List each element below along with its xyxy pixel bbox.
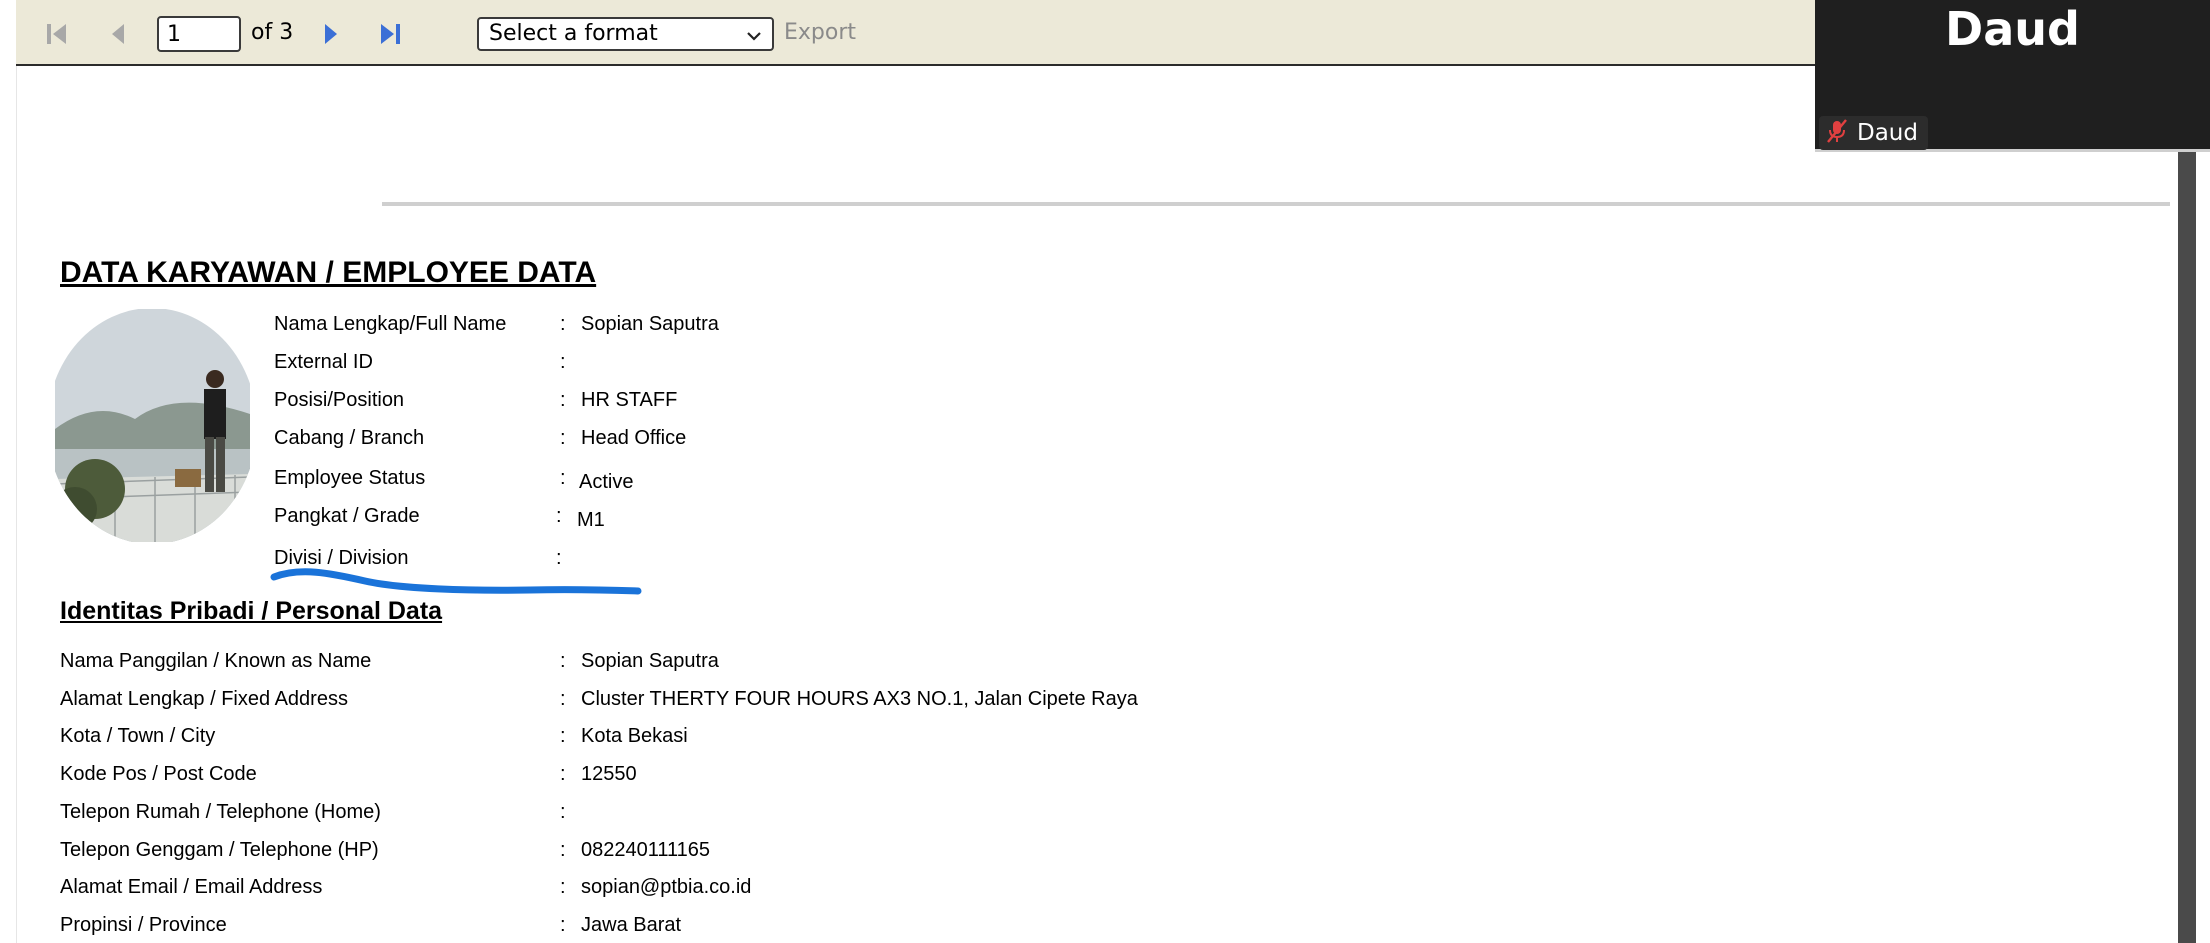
field-label: Nama Panggilan / Known as Name <box>60 650 372 672</box>
field-colon: : <box>560 688 566 710</box>
page-count-label: of 3 <box>251 20 294 45</box>
field-label: Alamat Lengkap / Fixed Address <box>60 688 348 710</box>
participant-name-tag: Daud <box>1819 116 1928 150</box>
export-format-select[interactable]: Select a format <box>477 17 774 51</box>
field-value: HR STAFF <box>581 389 678 411</box>
field-value: Kota Bekasi <box>581 725 688 747</box>
field-value: Sopian Saputra <box>581 650 719 672</box>
header-divider <box>382 202 2170 206</box>
field-label: Kota / Town / City <box>60 725 216 747</box>
next-page-icon <box>320 21 342 47</box>
field-colon: : <box>560 725 566 747</box>
field-label: Pangkat / Grade <box>274 505 420 527</box>
field-colon: : <box>556 505 562 527</box>
field-label: Posisi/Position <box>274 389 405 411</box>
field-label: Alamat Email / Email Address <box>60 876 323 898</box>
field-value: Active <box>579 471 634 493</box>
field-value: Jawa Barat <box>581 914 682 936</box>
field-label: Telepon Rumah / Telephone (Home) <box>60 801 381 823</box>
field-colon: : <box>560 313 566 335</box>
mic-muted-icon <box>1825 118 1849 148</box>
field-colon: : <box>560 876 566 898</box>
personal-data-heading: Identitas Pribadi / Personal Data <box>60 597 443 625</box>
field-label: Cabang / Branch <box>274 427 425 449</box>
field-value: Cluster THERTY FOUR HOURS AX3 NO.1, Jala… <box>581 688 1138 710</box>
page-number-input[interactable] <box>157 16 241 52</box>
field-label: Telepon Genggam / Telephone (HP) <box>60 839 379 861</box>
field-label: Employee Status <box>274 467 426 489</box>
participant-name-large: Daud <box>1945 2 2080 56</box>
field-label: Kode Pos / Post Code <box>60 763 257 785</box>
chevron-down-icon <box>744 25 764 55</box>
format-select-value: Select a format <box>489 21 658 46</box>
field-colon: : <box>560 763 566 785</box>
field-label: Propinsi / Province <box>60 914 227 936</box>
previous-page-button[interactable] <box>101 17 135 51</box>
field-value: M1 <box>577 509 605 531</box>
field-colon: : <box>560 389 566 411</box>
field-colon: : <box>560 467 566 489</box>
first-page-button[interactable] <box>40 17 74 51</box>
first-page-icon <box>44 21 70 47</box>
field-colon: : <box>560 914 566 936</box>
last-page-button[interactable] <box>373 17 407 51</box>
field-colon: : <box>560 427 566 449</box>
field-colon: : <box>560 650 566 672</box>
field-value: 12550 <box>581 763 637 785</box>
field-label: External ID <box>274 351 373 373</box>
employee-photo <box>55 309 250 542</box>
vertical-scrollbar[interactable] <box>2178 152 2196 943</box>
field-value: sopian@ptbia.co.id <box>581 876 752 898</box>
field-label: Nama Lengkap/Full Name <box>274 313 507 335</box>
field-colon: : <box>560 351 566 373</box>
field-colon: : <box>560 839 566 861</box>
field-colon: : <box>560 801 566 823</box>
field-value: 082240111165 <box>581 839 711 861</box>
next-page-button[interactable] <box>314 17 348 51</box>
previous-page-icon <box>107 21 129 47</box>
left-margin <box>0 0 17 943</box>
last-page-icon <box>377 21 403 47</box>
field-value: Sopian Saputra <box>581 313 719 335</box>
report-title: DATA KARYAWAN / EMPLOYEE DATA <box>60 256 597 289</box>
video-participant-tile[interactable]: Daud Daud <box>1815 0 2210 152</box>
field-value: Head Office <box>581 427 687 449</box>
export-link[interactable]: Export <box>784 20 856 45</box>
participant-name-small: Daud <box>1857 120 1918 146</box>
